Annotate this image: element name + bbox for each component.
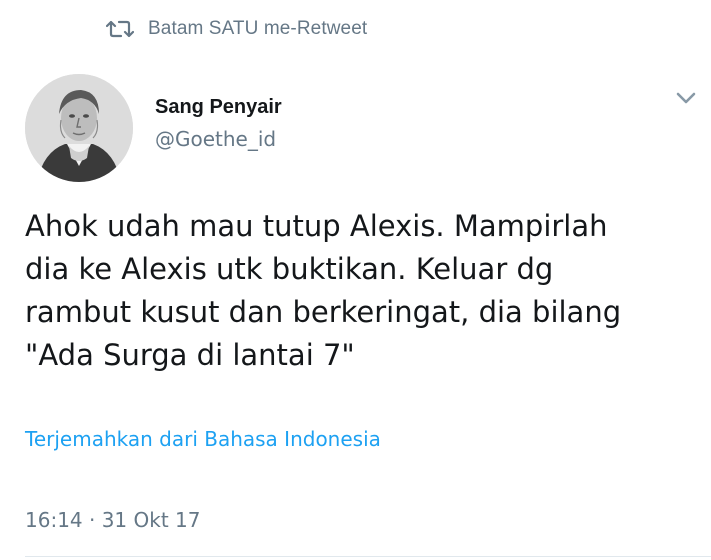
retweet-label: Batam SATU me-Retweet [148,18,368,39]
chevron-down-icon [676,92,696,104]
author-info[interactable]: Sang Penyair @Goethe_id [155,94,282,154]
translate-link[interactable]: Terjemahkan dari Bahasa Indonesia [25,427,381,451]
display-name[interactable]: Sang Penyair [155,94,282,120]
avatar-portrait [25,74,133,182]
divider [25,556,711,557]
tweet-detail: Batam SATU me-Retweet Sang Penyair @Goet… [0,0,711,560]
user-handle[interactable]: @Goethe_id [155,124,282,154]
retweet-context[interactable]: Batam SATU me-Retweet [106,18,367,40]
avatar[interactable] [25,74,133,182]
tweet-text: Ahok udah mau tutup Alexis. Mampirlah di… [25,209,622,372]
tweet-timestamp[interactable]: 16:14 · 31 Okt 17 [25,508,201,532]
retweet-icon [106,19,134,39]
tweet-menu-button[interactable] [672,86,700,110]
